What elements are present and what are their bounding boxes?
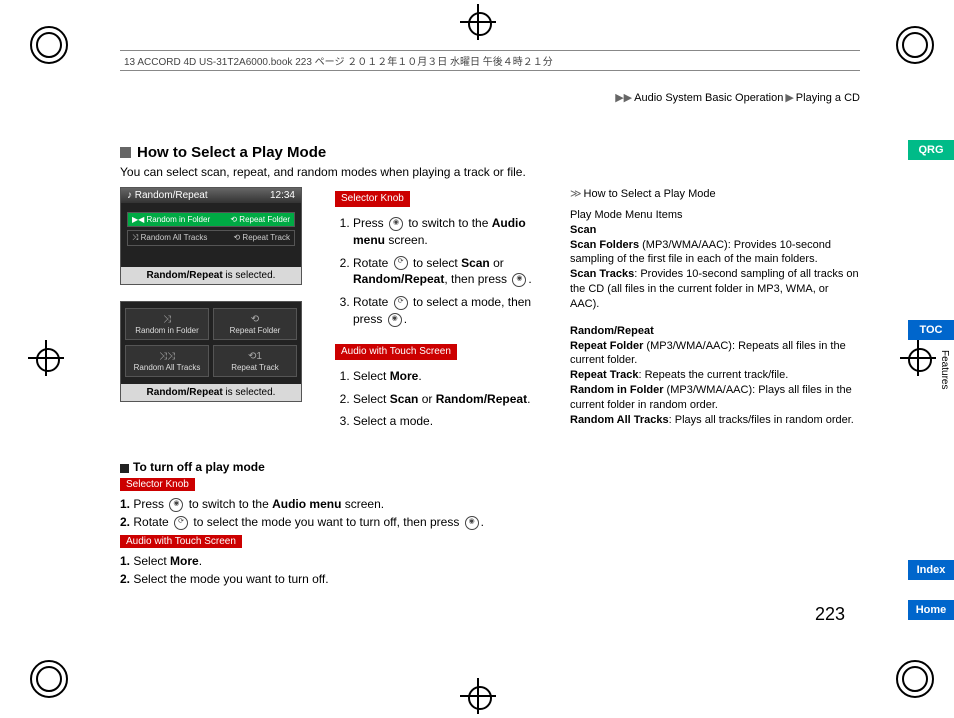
label-touch-screen: Audio with Touch Screen xyxy=(335,344,457,360)
subsection-title: To turn off a play mode xyxy=(120,460,860,474)
shuffle-all-icon: ⤨⤨ xyxy=(159,351,175,362)
menu-item: ⟲ Repeat Folder xyxy=(230,215,290,224)
crop-cross-bottom xyxy=(460,678,496,714)
nav-home[interactable]: Home xyxy=(908,600,954,620)
crop-circle-br xyxy=(896,660,934,698)
item-desc: Repeat Track: Repeats the current track/… xyxy=(570,368,860,383)
step: Press ◉ to switch to the Audio menu scre… xyxy=(353,215,545,249)
shuffle-icon: ⤨ xyxy=(163,314,171,325)
item-desc: Scan Tracks: Provides 10-second sampling… xyxy=(570,267,860,312)
steps-selector-knob: Press ◉ to switch to the Audio menu scre… xyxy=(335,215,545,328)
book-header-line: 13 ACCORD 4D US-31T2A6000.book 223 ページ ２… xyxy=(120,50,860,71)
breadcrumb-current: Playing a CD xyxy=(796,92,860,104)
square-bullet-icon xyxy=(120,147,131,158)
menu-item: ▶◀ Random in Folder xyxy=(132,215,210,224)
screen-clock: 12:34 xyxy=(270,190,295,201)
item-desc: Random All Tracks: Plays all tracks/file… xyxy=(570,413,860,428)
touch-button: ⤨Random in Folder xyxy=(125,308,209,340)
sidebar-subhead: Play Mode Menu Items xyxy=(570,208,860,223)
label-touch-screen: Audio with Touch Screen xyxy=(120,535,242,548)
breadcrumb: ▶▶Audio System Basic Operation▶Playing a… xyxy=(120,91,860,104)
item-heading: Scan xyxy=(570,224,596,236)
repeat-one-icon: ⟲1 xyxy=(248,351,262,362)
screenshot-touch-screen: ⤨Random in Folder ⟲Repeat Folder ⤨⤨Rando… xyxy=(120,301,302,402)
rotate-icon: ⟳ xyxy=(174,516,188,530)
press-icon: ◉ xyxy=(512,273,526,287)
screen-title: ♪ Random/Repeat xyxy=(127,190,208,201)
screenshot-caption: Random/Repeat is selected. xyxy=(121,267,301,284)
step: Select a mode. xyxy=(353,413,545,430)
nav-qrg[interactable]: QRG xyxy=(908,140,954,160)
item-heading: Random/Repeat xyxy=(570,325,654,337)
step: Select Scan or Random/Repeat. xyxy=(353,391,545,408)
square-bullet-icon xyxy=(120,464,129,473)
step: Rotate ⟳ to select Scan or Random/Repeat… xyxy=(353,255,545,289)
screenshot-caption: Random/Repeat is selected. xyxy=(121,384,301,401)
menu-item: ⟲ Repeat Track xyxy=(233,233,290,243)
chevron-right-icon: ▶▶ xyxy=(615,92,632,104)
page-number: 223 xyxy=(815,604,845,625)
step: Select More. xyxy=(353,368,545,385)
rotate-icon: ⟳ xyxy=(394,296,408,310)
chevron-right-icon: ≫ xyxy=(570,188,582,200)
press-icon: ◉ xyxy=(169,498,183,512)
step: 1. Press ◉ to switch to the Audio menu s… xyxy=(120,495,860,513)
nav-index[interactable]: Index xyxy=(908,560,954,580)
crop-cross-top xyxy=(460,4,496,40)
sidebar-heading: ≫How to Select a Play Mode xyxy=(570,187,860,202)
menu-item: ⤨ Random All Tracks xyxy=(132,233,207,243)
press-icon: ◉ xyxy=(388,313,402,327)
label-selector-knob: Selector Knob xyxy=(120,478,195,491)
step: Rotate ⟳ to select a mode, then press ◉. xyxy=(353,294,545,328)
touch-button: ⟲1Repeat Track xyxy=(213,345,297,377)
steps-touch-screen: Select More. Select Scan or Random/Repea… xyxy=(335,368,545,430)
press-icon: ◉ xyxy=(465,516,479,530)
chevron-right-icon: ▶ xyxy=(785,92,793,104)
touch-button: ⤨⤨Random All Tracks xyxy=(125,345,209,377)
crop-circle-tr xyxy=(896,26,934,64)
screenshot-selector-knob: ♪ Random/Repeat 12:34 ▶◀ Random in Folde… xyxy=(120,187,302,285)
step: 2. Select the mode you want to turn off. xyxy=(120,570,860,588)
label-selector-knob: Selector Knob xyxy=(335,191,410,207)
section-title: How to Select a Play Mode xyxy=(137,144,326,161)
crop-cross-right xyxy=(900,340,936,376)
step: 2. Rotate ⟳ to select the mode you want … xyxy=(120,513,860,531)
intro-text: You can select scan, repeat, and random … xyxy=(120,165,860,179)
crop-circle-tl xyxy=(30,26,68,64)
repeat-icon: ⟲ xyxy=(251,314,259,325)
item-desc: Scan Folders (MP3/WMA/AAC): Provides 10-… xyxy=(570,238,860,268)
touch-button: ⟲Repeat Folder xyxy=(213,308,297,340)
step: 1. Select More. xyxy=(120,552,860,570)
rotate-icon: ⟳ xyxy=(394,256,408,270)
crop-circle-bl xyxy=(30,660,68,698)
breadcrumb-parent: Audio System Basic Operation xyxy=(634,92,783,104)
item-desc: Repeat Folder (MP3/WMA/AAC): Repeats all… xyxy=(570,339,860,369)
crop-cross-left xyxy=(28,340,64,376)
nav-toc[interactable]: TOC xyxy=(908,320,954,340)
item-desc: Random in Folder (MP3/WMA/AAC): Plays al… xyxy=(570,383,860,413)
press-icon: ◉ xyxy=(389,217,403,231)
side-label-features: Features xyxy=(939,350,950,389)
